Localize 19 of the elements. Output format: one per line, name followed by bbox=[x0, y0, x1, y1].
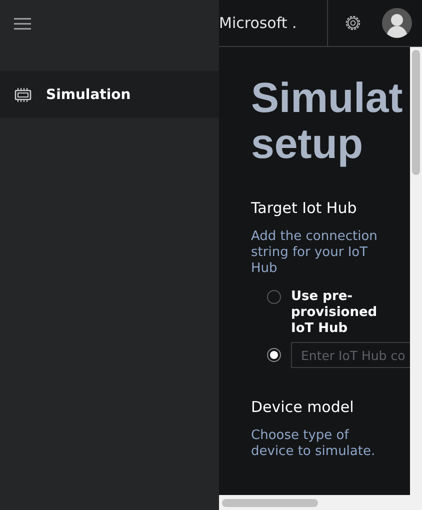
section-heading: Target Iot Hub bbox=[251, 199, 358, 217]
scrollbar[interactable] bbox=[219, 495, 422, 510]
input-field[interactable]: Enter IoT Hub co bbox=[291, 342, 410, 368]
settings-icon[interactable] bbox=[344, 14, 362, 32]
section-description: Add the connection string for your IoT Hub bbox=[251, 229, 378, 277]
app-title: Microsoft . bbox=[219, 14, 298, 32]
radio-button[interactable] bbox=[267, 290, 281, 304]
scroll-thumb[interactable] bbox=[222, 498, 318, 506]
section-description: Choose type of device to simulate. bbox=[251, 428, 376, 460]
radio-button[interactable] bbox=[267, 348, 281, 362]
page-title: Simulat setup bbox=[251, 75, 404, 167]
section-heading: Device model bbox=[251, 398, 355, 416]
scrollbar[interactable] bbox=[410, 47, 422, 495]
avatar-icon[interactable] bbox=[382, 8, 412, 38]
sidebar-item[interactable]: Simulation bbox=[0, 71, 219, 118]
option-label: Use pre-provisioned IoT Hub bbox=[291, 289, 378, 337]
chip-icon bbox=[14, 88, 32, 102]
scroll-thumb[interactable] bbox=[412, 50, 420, 175]
menu-icon[interactable] bbox=[14, 18, 31, 30]
